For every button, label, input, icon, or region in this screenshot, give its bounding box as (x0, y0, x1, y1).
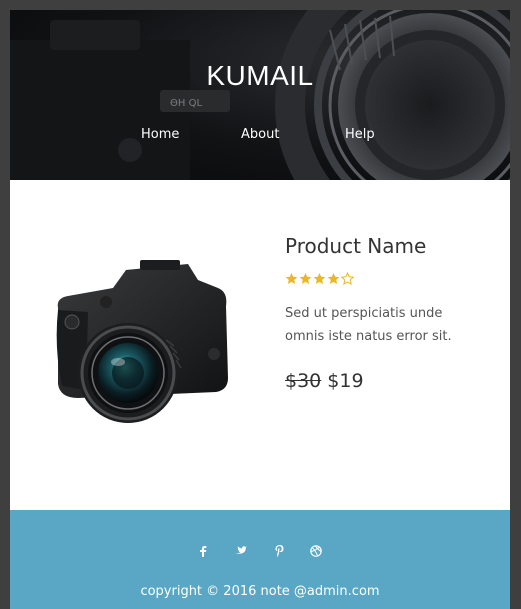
nav-about[interactable]: About (241, 127, 279, 142)
dribbble-icon[interactable] (307, 542, 325, 560)
nav-home[interactable]: Home (141, 127, 179, 142)
copyright-text: copyright © 2016 note @admin.com (140, 584, 380, 599)
facebook-icon[interactable] (194, 542, 212, 560)
price-block: $30 $19 (285, 370, 364, 392)
product-name: Product Name (285, 234, 427, 258)
rating-stars (285, 272, 354, 285)
current-price: $19 (327, 370, 364, 392)
star-filled-icon (327, 273, 340, 284)
brand-title: KUMAIL (206, 60, 314, 91)
twitter-icon[interactable] (232, 542, 250, 560)
product-description: Sed ut perspiciatis unde omnis iste natu… (285, 306, 452, 344)
email-frame: ΘΗ QL KUMAIL Home About Help Product Nam… (10, 10, 510, 609)
old-price: $30 (285, 370, 322, 392)
camera-background-image: ΘΗ QL (10, 10, 510, 180)
svg-text:ΘΗ QL: ΘΗ QL (170, 98, 202, 109)
nav-help[interactable]: Help (345, 127, 375, 142)
star-filled-icon (313, 273, 326, 284)
footer: copyright © 2016 note @admin.com (10, 510, 510, 609)
star-empty-icon (341, 272, 354, 285)
star-filled-icon (299, 273, 312, 284)
star-filled-icon (285, 273, 298, 284)
pinterest-icon[interactable] (270, 542, 288, 560)
product-camera-image (56, 260, 228, 423)
header-hero: ΘΗ QL KUMAIL Home About Help (10, 10, 510, 180)
